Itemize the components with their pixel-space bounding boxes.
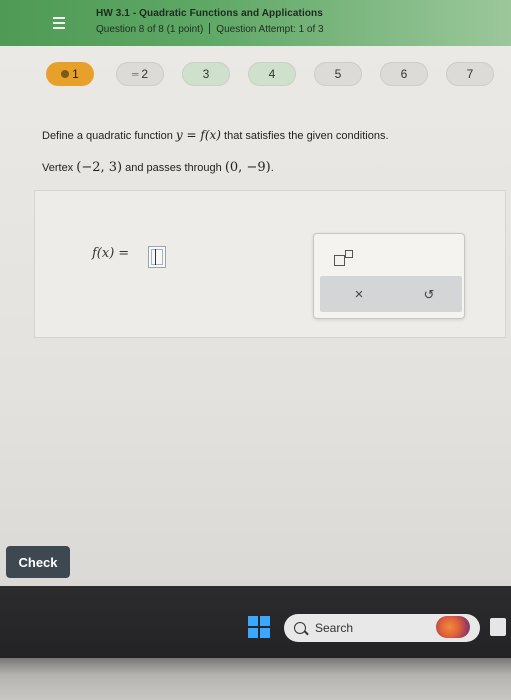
menu-icon[interactable] [48, 12, 70, 34]
attempt-counter: Question Attempt: 1 of 3 [216, 24, 324, 35]
tray-icon[interactable] [490, 618, 506, 636]
function-notation: y = f(x) [175, 128, 221, 142]
question-pill-2[interactable]: ═ 2 [116, 62, 164, 86]
screen: HW 3.1 - Quadratic Functions and Applica… [0, 0, 511, 700]
partial-indicator-icon: ═ [131, 69, 139, 79]
assignment-header: HW 3.1 - Quadratic Functions and Applica… [0, 0, 511, 46]
vertex-coordinates: (−2, 3) [76, 160, 123, 175]
search-icon [294, 622, 306, 634]
question-counter: Question 8 of 8 (1 point) [96, 24, 204, 35]
question-pill-1[interactable]: 1 [46, 62, 94, 86]
text-cursor [155, 249, 156, 265]
question-navigation: 1 ═ 2 3 4 5 6 7 [0, 62, 511, 88]
question-pill-3[interactable]: 3 [182, 62, 230, 86]
question-pill-5[interactable]: 5 [314, 62, 362, 86]
widgets-icon[interactable] [436, 616, 470, 638]
undo-icon[interactable]: ↺ [420, 286, 438, 304]
input-placeholder [151, 249, 163, 265]
question-pill-6[interactable]: 6 [380, 62, 428, 86]
point-coordinates: (0, −9) [224, 160, 271, 175]
assignment-title: HW 3.1 - Quadratic Functions and Applica… [96, 8, 323, 19]
assignment-subtitle: Question 8 of 8 (1 point) Question Attemp… [96, 23, 324, 35]
question-conditions: Vertex (−2, 3) and passes through (0, −9… [42, 160, 274, 175]
question-pill-4[interactable]: 4 [248, 62, 296, 86]
question-pill-7[interactable]: 7 [446, 62, 494, 86]
answer-input[interactable] [148, 246, 166, 268]
math-palette: × ↺ [313, 233, 465, 319]
divider [209, 23, 211, 34]
answer-label: f(x) = [92, 246, 130, 261]
current-indicator-icon [61, 70, 70, 78]
clear-icon[interactable]: × [350, 286, 368, 304]
check-button[interactable]: Check [6, 546, 70, 578]
monitor-bezel [0, 658, 511, 700]
windows-start-icon[interactable] [248, 616, 270, 638]
exponent-template-icon[interactable] [334, 250, 353, 266]
palette-actions: × ↺ [320, 276, 462, 312]
question-prompt: Define a quadratic function y = f(x) tha… [42, 128, 389, 142]
